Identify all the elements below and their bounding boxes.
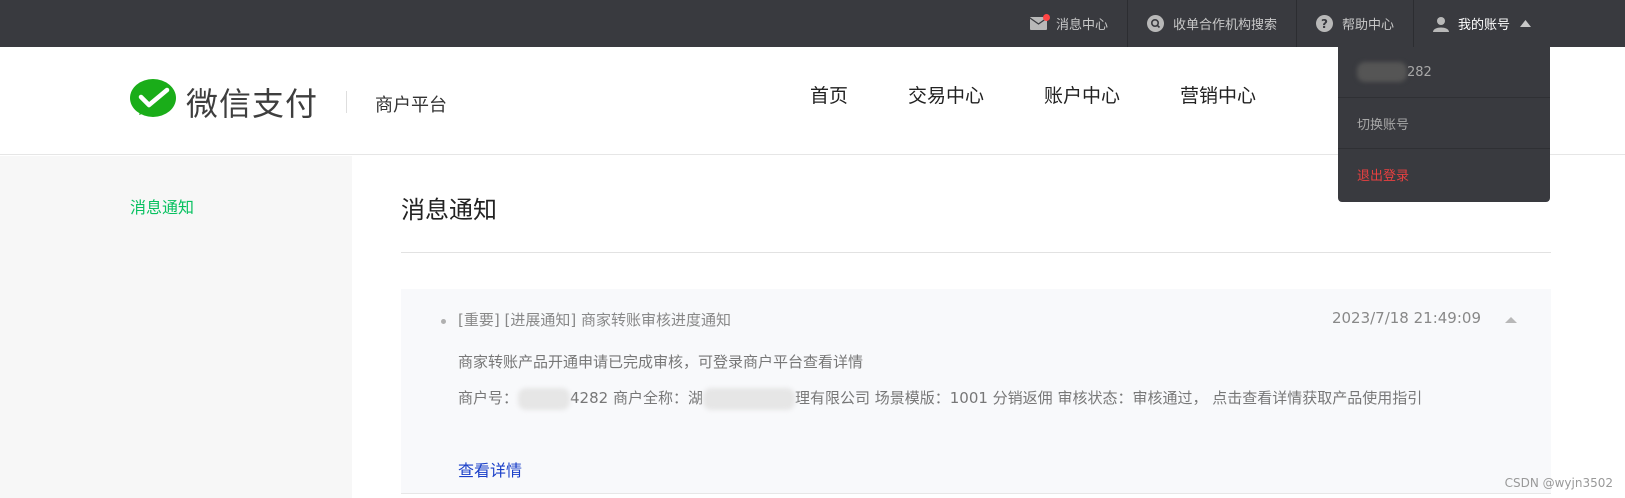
main-nav: 首页 交易中心 账户中心 营销中心: [810, 81, 1316, 108]
current-account: 282: [1338, 47, 1550, 98]
nav-home[interactable]: 首页: [810, 81, 848, 108]
merchant-info-part: 4282 商户全称：湖: [570, 389, 703, 407]
my-account-menu[interactable]: 我的账号: [1412, 0, 1550, 47]
search-icon: [1146, 15, 1164, 32]
account-suffix: 282: [1407, 64, 1432, 80]
bullet-icon: [441, 319, 446, 324]
mail-icon: [1029, 14, 1050, 30]
unread-dot: [1042, 14, 1050, 21]
redacted-merchant-name: [702, 387, 795, 410]
message-title: [重要] [进展通知] 商家转账审核进度通知: [458, 311, 731, 329]
logout-button[interactable]: 退出登录: [1338, 149, 1550, 200]
top-menu: 消息中心 收单合作机构搜索 ? 帮助中心 我的账号: [1011, 0, 1550, 47]
collapse-caret-icon[interactable]: [1505, 317, 1517, 323]
sidebar: 消息通知: [0, 156, 352, 498]
acquirer-search-link[interactable]: 收单合作机构搜索: [1126, 0, 1296, 47]
account-dropdown: 282 切换账号 退出登录: [1338, 47, 1550, 202]
caret-up-icon: [1520, 20, 1531, 27]
message-summary: 商家转账产品开通申请已完成审核，可登录商户平台查看详情: [458, 353, 864, 371]
logo[interactable]: 微信支付 商户平台: [130, 79, 447, 125]
help-center-link[interactable]: ? 帮助中心: [1295, 0, 1413, 47]
help-icon: ?: [1315, 15, 1333, 32]
message-body: 商家转账产品开通申请已完成审核，可登录商户平台查看详情 商户号： 4282 商户全…: [458, 344, 1468, 416]
sidebar-item-message-notice[interactable]: 消息通知: [130, 194, 194, 218]
my-account-label: 我的账号: [1457, 18, 1510, 33]
merchant-info-rest: 理有限公司 场景模版：1001 分销返佣 审核状态：审核通过， 点击查看详情获取…: [794, 389, 1423, 407]
switch-account-button[interactable]: 切换账号: [1338, 98, 1550, 149]
switch-account-label: 切换账号: [1357, 117, 1410, 133]
top-bar: 消息中心 收单合作机构搜索 ? 帮助中心 我的账号: [0, 0, 1625, 47]
message-center-link[interactable]: 消息中心: [1011, 0, 1127, 47]
redacted-account: [1357, 62, 1407, 82]
nav-trade-center[interactable]: 交易中心: [908, 81, 984, 108]
help-center-label: 帮助中心: [1341, 18, 1394, 33]
message-item[interactable]: [重要] [进展通知] 商家转账审核进度通知 2023/7/18 21:49:0…: [401, 289, 1551, 494]
logo-divider: [346, 91, 348, 113]
message-time: 2023/7/18 21:49:09: [1331, 309, 1481, 327]
user-icon: [1432, 16, 1449, 32]
platform-name: 商户平台: [375, 95, 448, 116]
merchant-id-label: 商户号：: [458, 389, 519, 407]
nav-marketing-center[interactable]: 营销中心: [1180, 81, 1256, 108]
redacted-merchant-id: [518, 387, 571, 410]
main-content: 消息通知 [重要] [进展通知] 商家转账审核进度通知 2023/7/18 21…: [401, 156, 1551, 494]
brand-name: 微信支付: [186, 85, 319, 123]
nav-account-center[interactable]: 账户中心: [1044, 81, 1120, 108]
title-divider: [401, 252, 1551, 253]
view-details-link[interactable]: 查看详情: [458, 457, 522, 481]
acquirer-search-label: 收单合作机构搜索: [1172, 18, 1277, 33]
svg-text:?: ?: [1321, 17, 1328, 31]
wechat-pay-logo-icon: [130, 79, 176, 125]
message-center-label: 消息中心: [1055, 18, 1108, 33]
watermark: CSDN @wyjn3502: [1504, 476, 1613, 490]
logout-label: 退出登录: [1357, 169, 1410, 184]
